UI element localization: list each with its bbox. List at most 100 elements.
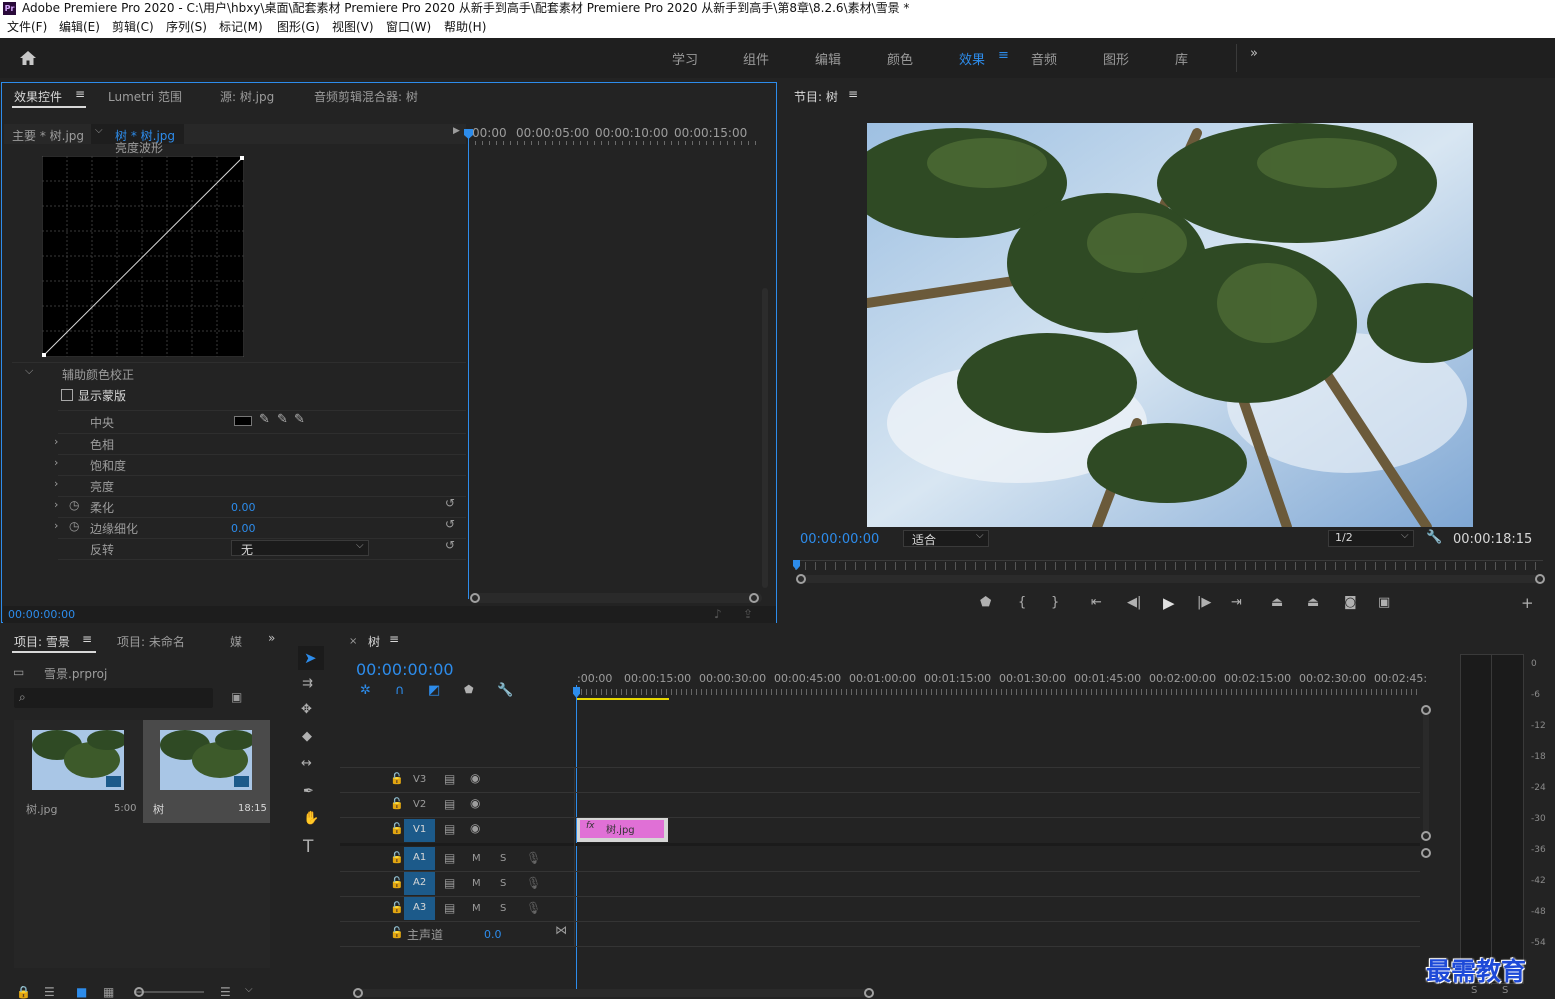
solo-button[interactable]: S <box>500 878 506 889</box>
program-video-frame[interactable] <box>867 123 1473 527</box>
slip-tool-icon[interactable]: ↔ <box>301 756 312 771</box>
project-item[interactable]: 树.jpg 5:00 <box>16 722 142 822</box>
reset-icon[interactable]: ↺ <box>445 517 455 531</box>
tab-project-snow[interactable]: 项目: 雪景 <box>14 633 70 650</box>
reset-icon[interactable]: ↺ <box>445 538 455 552</box>
invert-select[interactable]: 无 ⌵ <box>231 540 369 557</box>
compare-view-icon[interactable]: ▣ <box>1378 595 1390 610</box>
mute-button[interactable]: M <box>472 903 481 914</box>
solo-button[interactable]: S <box>500 853 506 864</box>
workspace-editing[interactable]: 编辑 <box>815 49 841 68</box>
workspace-color[interactable]: 颜色 <box>887 49 913 68</box>
chevron-right-icon[interactable]: › <box>54 477 58 490</box>
stopwatch-icon[interactable]: ◷ <box>69 519 79 533</box>
workspace-learn[interactable]: 学习 <box>672 49 698 68</box>
workspace-assembly[interactable]: 组件 <box>743 49 769 68</box>
lock-icon[interactable]: 🔓 <box>390 822 404 835</box>
sync-lock-icon[interactable]: ▤ <box>444 851 455 865</box>
chevron-right-icon[interactable]: › <box>54 519 58 532</box>
program-ruler[interactable] <box>795 560 1543 561</box>
stopwatch-icon[interactable]: ◷ <box>69 498 79 512</box>
sync-lock-icon[interactable]: ▤ <box>444 772 455 786</box>
master-clip-label[interactable]: 主要 * 树.jpg <box>12 127 84 144</box>
scroll-handle-right[interactable] <box>749 593 759 603</box>
tab-lumetri-scopes[interactable]: Lumetri 范围 <box>108 88 182 105</box>
microphone-icon[interactable]: 🎙 <box>526 876 541 890</box>
zoom-fit-select[interactable]: 适合 ⌵ <box>903 530 989 547</box>
razor-tool-icon[interactable]: ◆ <box>302 729 312 744</box>
program-current-timecode[interactable]: 00:00:00:00 <box>800 532 879 547</box>
workspace-graphics[interactable]: 图形 <box>1103 49 1129 68</box>
resolution-select[interactable]: 1/2 ⌵ <box>1328 530 1414 547</box>
sync-lock-icon[interactable]: ▤ <box>444 822 455 836</box>
list-view-icon[interactable]: ☰ <box>44 985 55 999</box>
step-forward-icon[interactable]: |▶ <box>1197 595 1211 610</box>
scroll-handle-left[interactable] <box>353 988 363 998</box>
mark-in-icon[interactable]: { <box>1018 595 1026 610</box>
play-icon[interactable]: ▶ <box>1163 594 1175 612</box>
close-icon[interactable]: × <box>349 636 357 647</box>
freeform-view-icon[interactable]: ▦ <box>103 985 114 999</box>
edge-thin-value[interactable]: 0.00 <box>231 522 256 535</box>
lock-icon[interactable]: 🔓 <box>390 851 404 864</box>
scroll-handle-left[interactable] <box>470 593 480 603</box>
work-area-bar[interactable] <box>576 698 669 700</box>
chevron-right-icon[interactable]: › <box>54 435 58 448</box>
source-patch-v1[interactable]: V1 <box>404 819 435 842</box>
wrench-icon[interactable]: 🔧 <box>1426 530 1442 545</box>
panel-menu-icon[interactable]: ≡ <box>75 87 85 101</box>
sync-lock-icon[interactable]: ▤ <box>444 797 455 811</box>
new-bin-icon[interactable]: ▣ <box>231 690 242 704</box>
lift-icon[interactable]: ⏏ <box>1271 595 1283 610</box>
lock-icon[interactable]: 🔓 <box>390 876 404 889</box>
eye-icon[interactable]: ◉ <box>470 821 480 835</box>
source-patch-a2[interactable]: A2 <box>404 872 435 895</box>
chevron-right-icon[interactable]: › <box>54 456 58 469</box>
eyedropper-icon[interactable]: ✎ <box>259 412 270 427</box>
chevron-down-icon[interactable]: ⌵ <box>245 984 253 995</box>
program-zoom-scrollbar[interactable] <box>799 575 1541 583</box>
video-audio-divider[interactable] <box>340 843 1420 846</box>
reset-icon[interactable]: ↺ <box>445 496 455 510</box>
panel-menu-icon[interactable]: ≡ <box>848 87 858 101</box>
tab-media[interactable]: 媒 <box>230 633 242 650</box>
track-label-v2[interactable]: V2 <box>413 799 426 810</box>
home-icon[interactable] <box>19 50 37 66</box>
lock-icon[interactable]: 🔓 <box>390 926 404 939</box>
sync-lock-icon[interactable]: ▤ <box>444 876 455 890</box>
chevron-right-icon[interactable]: › <box>54 498 58 511</box>
step-back-icon[interactable]: ◀| <box>1127 595 1141 610</box>
eye-icon[interactable]: ◉ <box>470 771 480 785</box>
hand-tool-icon[interactable]: ✋ <box>303 811 319 826</box>
add-marker-icon[interactable]: ⬟ <box>980 595 991 610</box>
microphone-icon[interactable]: 🎙 <box>526 851 541 865</box>
scroll-handle-top[interactable] <box>1421 848 1431 858</box>
tab-project-untitled[interactable]: 项目: 未命名 <box>117 633 185 650</box>
zoom-slider-handle[interactable] <box>134 987 144 997</box>
eyedropper-minus-icon[interactable]: ✎ <box>294 412 305 427</box>
soften-value[interactable]: 0.00 <box>231 501 256 514</box>
audio-scrub-icon[interactable]: ♪ <box>714 607 722 621</box>
workspace-audio[interactable]: 音频 <box>1031 49 1057 68</box>
project-item-selected[interactable]: 树 18:15 <box>143 720 270 823</box>
menu-file[interactable]: 文件(F) <box>7 17 47 38</box>
master-volume-value[interactable]: 0.0 <box>484 928 502 941</box>
timeline-horizontal-scrollbar[interactable] <box>356 989 871 997</box>
scroll-handle-bottom[interactable] <box>1421 831 1431 841</box>
type-tool-icon[interactable]: T <box>303 837 313 857</box>
more-workspaces-icon[interactable]: » <box>1250 46 1258 61</box>
export-icon[interactable]: ⇪ <box>743 607 753 621</box>
lock-icon[interactable]: 🔓 <box>390 797 404 810</box>
zoom-slider[interactable] <box>136 991 204 993</box>
ec-timecode[interactable]: 00:00:00:00 <box>8 608 75 621</box>
nest-sequence-icon[interactable]: ✲ <box>360 683 371 698</box>
project-search-input[interactable]: ⌕ <box>14 688 213 708</box>
panel-menu-icon[interactable]: ≡ <box>389 632 399 646</box>
menu-clip[interactable]: 剪辑(C) <box>112 17 154 38</box>
go-to-in-icon[interactable]: ⇤ <box>1091 595 1102 610</box>
mark-out-icon[interactable]: } <box>1051 595 1059 610</box>
lock-icon[interactable]: 🔒 <box>16 985 31 999</box>
source-patch-a1[interactable]: A1 <box>404 847 435 870</box>
more-panels-icon[interactable]: » <box>268 631 275 645</box>
extract-icon[interactable]: ⏏ <box>1307 595 1319 610</box>
